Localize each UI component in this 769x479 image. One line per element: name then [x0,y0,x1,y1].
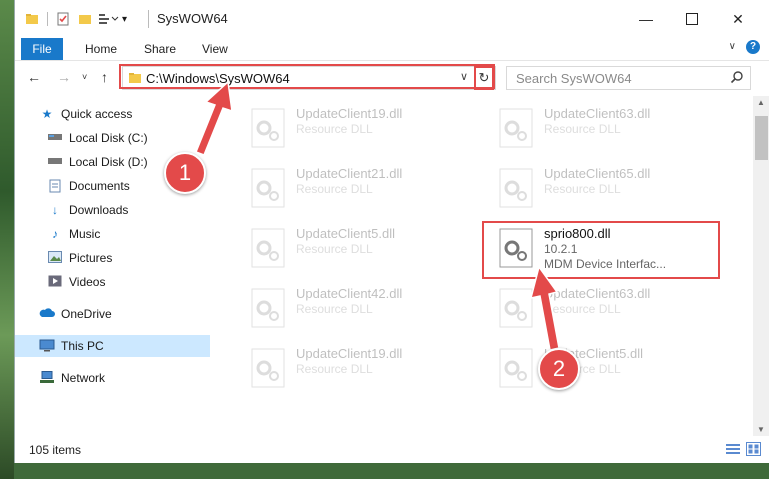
tab-home[interactable]: Home [85,38,117,60]
ribbon-expand-icon[interactable]: ∨ [729,41,736,52]
tab-file[interactable]: File [21,38,63,60]
tiles-view-icon[interactable] [746,442,761,456]
drive-icon [47,155,63,169]
pictures-icon [47,251,63,265]
tab-share[interactable]: Share [144,38,176,60]
search-input[interactable]: Search SysWOW64 [516,71,632,86]
customize-qa-icon[interactable] [98,12,120,26]
title-divider [148,10,149,28]
file-item[interactable]: UpdateClient63.dll Resource DLL [486,282,726,334]
new-folder-icon[interactable] [78,12,92,26]
search-icon[interactable] [730,70,744,84]
navigation-pane: ★ Quick access Local Disk (C:) Local Dis… [15,96,237,436]
file-item[interactable]: UpdateClient19.dll Resource DLL [238,342,478,394]
scroll-thumb[interactable] [755,116,768,160]
cloud-icon [39,307,55,321]
dll-file-icon [499,288,533,328]
music-icon: ♪ [52,227,58,241]
maximize-button[interactable] [670,6,714,32]
step-badge-2: 2 [538,348,580,390]
documents-icon [47,179,63,193]
sidebar-item-downloads[interactable]: ↓ Downloads 📌 [15,199,240,221]
network-icon [39,371,55,385]
dll-file-icon [251,228,285,268]
file-highlight-box [482,221,720,279]
details-view-icon[interactable] [726,443,740,458]
dll-file-icon [251,168,285,208]
dll-file-icon [499,108,533,148]
drive-icon [47,131,63,145]
file-item[interactable]: UpdateClient19.dll Resource DLL [238,102,478,154]
file-item[interactable]: UpdateClient5.dll Resource DLL [486,342,726,394]
quick-access-toolbar: ▾ [25,10,127,28]
forward-button[interactable]: → [57,69,71,85]
search-box[interactable]: Search SysWOW64 [506,66,751,90]
file-item[interactable]: UpdateClient65.dll Resource DLL [486,162,726,214]
sidebar-item-local-disk-c[interactable]: Local Disk (C:) [15,127,240,149]
refresh-button[interactable]: ↻ [474,66,494,90]
scroll-up-icon[interactable]: ▲ [757,98,765,107]
address-row: ← → ˅ ↑ C:\Windows\SysWOW64 ∨ ↻ Search S… [15,61,769,95]
qa-dropdown-icon[interactable]: ▾ [122,14,127,25]
sidebar-item-local-disk-d[interactable]: Local Disk (D:) [15,151,240,173]
dll-file-icon [251,348,285,388]
properties-icon[interactable] [56,12,70,26]
downloads-icon: ↓ [52,203,58,217]
pc-icon [39,339,55,353]
videos-icon [47,275,63,289]
sidebar-item-network[interactable]: Network [15,367,232,389]
scroll-down-icon[interactable]: ▼ [757,425,765,434]
file-item[interactable]: UpdateClient42.dll Resource DLL [238,282,478,334]
tab-view[interactable]: View [202,38,228,60]
folder-icon[interactable] [25,12,39,26]
up-button[interactable]: ↑ [101,69,108,85]
qa-divider [47,12,48,26]
sidebar-item-this-pc[interactable]: This PC [15,335,233,357]
desktop-background [0,0,14,479]
sidebar-item-pictures[interactable]: Pictures 📌 [15,247,240,269]
title-bar: ▾ SysWOW64 — ✕ [15,0,769,38]
minimize-button[interactable]: — [624,6,668,32]
sidebar-item-onedrive[interactable]: OneDrive [15,303,232,325]
sidebar-item-videos[interactable]: Videos 📌 [15,271,240,293]
back-button[interactable]: ← [27,69,41,85]
step-badge-1: 1 [164,152,206,194]
star-icon: ★ [41,107,53,121]
help-icon[interactable]: ? [746,40,760,54]
recent-locations-icon[interactable]: ˅ [82,72,87,82]
sidebar-item-music[interactable]: ♪ Music 📌 [15,223,240,245]
vertical-scrollbar[interactable]: ▲ ▼ [753,96,769,436]
close-button[interactable]: ✕ [716,6,760,32]
file-item[interactable]: UpdateClient63.dll Resource DLL [486,102,726,154]
file-list: UpdateClient19.dll Resource DLL UpdateCl… [210,96,746,436]
file-item[interactable]: UpdateClient5.dll Resource DLL [238,222,478,274]
explorer-window: ▾ SysWOW64 — ✕ File Home Share View ∨ ? … [14,0,769,463]
dll-file-icon [251,108,285,148]
status-bar: 105 items [15,440,769,462]
dll-file-icon [499,348,533,388]
sidebar-item-documents[interactable]: Documents 📌 [15,175,240,197]
window-title: SysWOW64 [157,11,228,26]
file-item[interactable]: UpdateClient21.dll Resource DLL [238,162,478,214]
dll-file-icon [499,168,533,208]
ribbon-tabs: File Home Share View ∨ ? [15,38,769,61]
address-highlight [119,64,495,89]
sidebar-item-quick-access[interactable]: ★ Quick access [15,103,232,125]
item-count: 105 items [29,443,82,457]
dll-file-icon [251,288,285,328]
